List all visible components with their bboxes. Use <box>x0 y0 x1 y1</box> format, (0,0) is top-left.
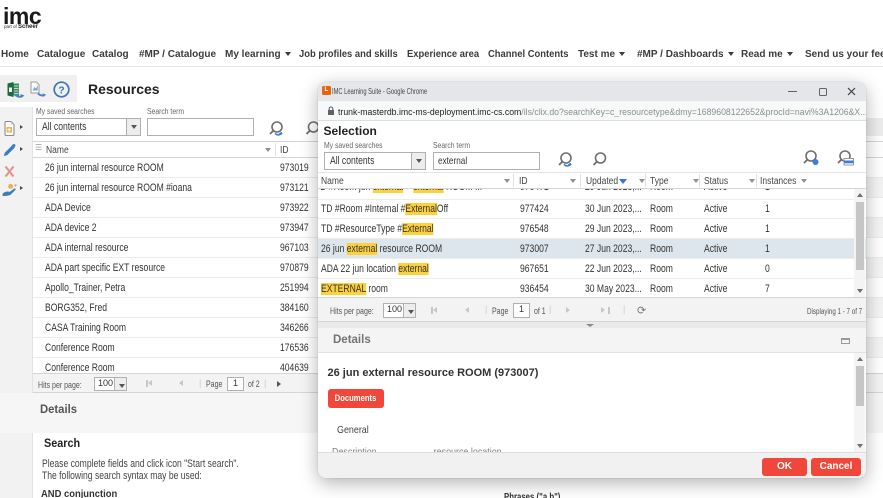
svg-text:?: ? <box>58 84 64 96</box>
